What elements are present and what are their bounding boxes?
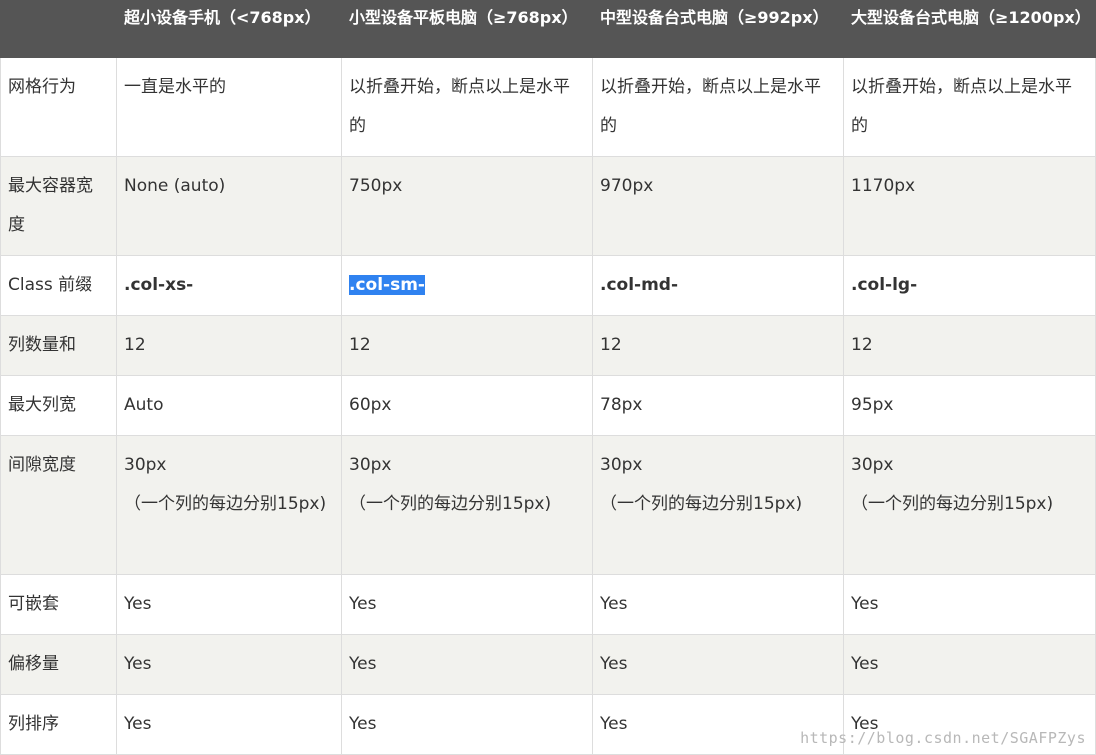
table-row: Class 前缀 .col-xs- .col-sm- .col-md- .col… [0, 255, 1096, 316]
cell-lg: Yes [843, 694, 1096, 755]
cell-sm: Yes [341, 634, 593, 695]
cell-xs: 12 [116, 315, 342, 376]
cell-sm: .col-sm- [341, 255, 593, 316]
table-row: 间隙宽度 30px （一个列的每边分别15px) 30px （一个列的每边分别15p… [0, 435, 1096, 575]
cell-lg: .col-lg- [843, 255, 1096, 316]
cell-lg: Yes [843, 574, 1096, 635]
gutter-note: （一个列的每边分别15px) [851, 494, 1054, 514]
gutter-value: 30px [851, 455, 894, 475]
header-corner [0, 0, 117, 58]
header-xs: 超小设备手机（<768px） [116, 0, 342, 58]
row-label: 最大列宽 [0, 375, 117, 436]
table-row: 列数量和 12 12 12 12 [0, 315, 1096, 376]
row-label: 列数量和 [0, 315, 117, 376]
cell-lg: 95px [843, 375, 1096, 436]
cell-sm: Yes [341, 574, 593, 635]
gutter-value: 30px [349, 455, 392, 475]
header-row: 超小设备手机（<768px） 小型设备平板电脑（≥768px） 中型设备台式电脑… [0, 0, 1096, 58]
cell-lg: 1170px [843, 156, 1096, 256]
header-sm: 小型设备平板电脑（≥768px） [341, 0, 593, 58]
cell-xs: None (auto) [116, 156, 342, 256]
cell-sm: 12 [341, 315, 593, 376]
table-row: 网格行为 一直是水平的 以折叠开始，断点以上是水平的 以折叠开始，断点以上是水平… [0, 57, 1096, 157]
bootstrap-grid-table: 超小设备手机（<768px） 小型设备平板电脑（≥768px） 中型设备台式电脑… [0, 0, 1096, 755]
cell-sm: 以折叠开始，断点以上是水平的 [341, 57, 593, 157]
table-row: 偏移量 Yes Yes Yes Yes [0, 634, 1096, 695]
header-md: 中型设备台式电脑（≥992px） [592, 0, 844, 58]
row-label: 偏移量 [0, 634, 117, 695]
cell-md: 以折叠开始，断点以上是水平的 [592, 57, 844, 157]
table-row: 最大列宽 Auto 60px 78px 95px [0, 375, 1096, 436]
gutter-note: （一个列的每边分别15px) [124, 494, 327, 514]
row-label: 网格行为 [0, 57, 117, 157]
cell-md: 12 [592, 315, 844, 376]
row-label: 间隙宽度 [0, 435, 117, 575]
cell-xs: Yes [116, 694, 342, 755]
table-row: 最大容器宽度 None (auto) 750px 970px 1170px [0, 156, 1096, 256]
gutter-value: 30px [124, 455, 167, 475]
cell-xs: Auto [116, 375, 342, 436]
row-label: 最大容器宽度 [0, 156, 117, 256]
row-label: Class 前缀 [0, 255, 117, 316]
cell-sm: 60px [341, 375, 593, 436]
cell-lg: 以折叠开始，断点以上是水平的 [843, 57, 1096, 157]
cell-sm: 750px [341, 156, 593, 256]
cell-lg: 30px （一个列的每边分别15px) [843, 435, 1096, 575]
gutter-note: （一个列的每边分别15px) [600, 494, 803, 514]
cell-lg: 12 [843, 315, 1096, 376]
row-label: 可嵌套 [0, 574, 117, 635]
gutter-value: 30px [600, 455, 643, 475]
cell-md: 78px [592, 375, 844, 436]
cell-md: 30px （一个列的每边分别15px) [592, 435, 844, 575]
cell-xs: Yes [116, 634, 342, 695]
table-row: 可嵌套 Yes Yes Yes Yes [0, 574, 1096, 635]
table-row: 列排序 Yes Yes Yes Yes [0, 694, 1096, 755]
cell-md: Yes [592, 574, 844, 635]
selected-text-highlight[interactable]: .col-sm- [349, 275, 425, 295]
cell-lg: Yes [843, 634, 1096, 695]
header-lg: 大型设备台式电脑（≥1200px） [843, 0, 1096, 58]
cell-xs: 30px （一个列的每边分别15px) [116, 435, 342, 575]
cell-sm: 30px （一个列的每边分别15px) [341, 435, 593, 575]
cell-xs: Yes [116, 574, 342, 635]
cell-xs: .col-xs- [116, 255, 342, 316]
cell-xs: 一直是水平的 [116, 57, 342, 157]
cell-sm: Yes [341, 694, 593, 755]
cell-md: Yes [592, 694, 844, 755]
cell-md: 970px [592, 156, 844, 256]
cell-md: Yes [592, 634, 844, 695]
gutter-note: （一个列的每边分别15px) [349, 494, 552, 514]
row-label: 列排序 [0, 694, 117, 755]
cell-md: .col-md- [592, 255, 844, 316]
